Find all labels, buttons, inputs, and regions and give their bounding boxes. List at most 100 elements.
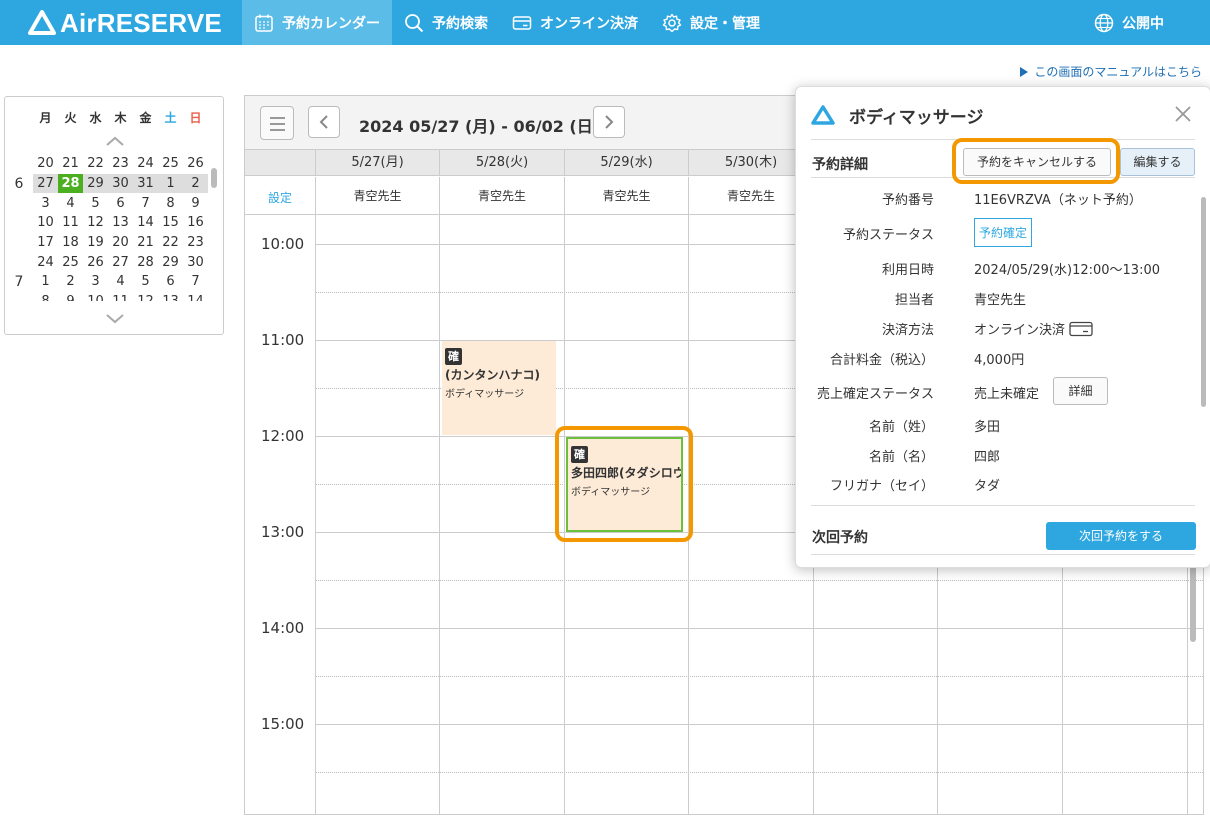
field-value: オンライン決済: [974, 319, 1093, 338]
mini-calendar-day[interactable]: 13: [158, 292, 183, 301]
mini-calendar-day[interactable]: 8: [158, 194, 183, 213]
mini-calendar-day[interactable]: 6: [158, 272, 183, 291]
calendar-scrollbar[interactable]: [1190, 566, 1196, 642]
nav-online-payment[interactable]: オンライン決済: [500, 0, 650, 45]
mini-calendar-day[interactable]: 10: [83, 292, 108, 301]
prev-week-button[interactable]: [308, 106, 340, 138]
field-label: 担当者: [894, 293, 934, 308]
chevron-down-icon[interactable]: [105, 313, 125, 325]
close-icon[interactable]: [1174, 105, 1192, 123]
mini-calendar-day[interactable]: 20: [33, 154, 58, 173]
mini-calendar-day[interactable]: 8: [33, 292, 58, 301]
settings-link[interactable]: 設定: [245, 177, 315, 215]
mini-calendar-day[interactable]: 22: [83, 154, 108, 173]
field-value: 予約確定: [974, 218, 1033, 247]
mini-calendar-day[interactable]: 11: [58, 213, 83, 232]
nav-reservation-search[interactable]: 予約検索: [392, 0, 500, 45]
mini-calendar-day[interactable]: 27: [108, 253, 133, 272]
manual-link[interactable]: この画面のマニュアルはこちら: [1020, 63, 1202, 80]
mini-calendar-day[interactable]: 3: [33, 194, 58, 213]
mini-calendar-day[interactable]: 23: [183, 233, 208, 252]
nav-settings-management[interactable]: 設定・管理: [650, 0, 772, 45]
mini-calendar-day[interactable]: 16: [183, 213, 208, 232]
nav-reservation-calendar[interactable]: 予約カレンダー: [242, 0, 392, 45]
mini-calendar-day[interactable]: 7: [183, 272, 208, 291]
mini-calendar-day[interactable]: 2: [58, 272, 83, 291]
mini-calendar-day[interactable]: 21: [58, 154, 83, 173]
chevron-left-icon: [319, 115, 328, 129]
mini-calendar-day[interactable]: 12: [133, 292, 158, 301]
card-icon: [512, 15, 532, 30]
search-icon: [405, 13, 424, 32]
day-header[interactable]: 5/28(火): [439, 150, 564, 176]
mini-calendar-day[interactable]: 2: [183, 174, 208, 194]
mini-calendar-day[interactable]: 30: [183, 253, 208, 272]
mini-calendar-day[interactable]: 19: [83, 233, 108, 252]
mini-calendar-day[interactable]: 24: [133, 154, 158, 173]
mini-calendar-day[interactable]: 28: [133, 253, 158, 272]
sales-detail-button[interactable]: 詳細: [1053, 377, 1108, 405]
mini-calendar-day[interactable]: 25: [158, 154, 183, 173]
mini-calendar-day[interactable]: 18: [58, 233, 83, 252]
mini-calendar-day[interactable]: 9: [58, 292, 83, 301]
field-payment-method: 決済方法 オンライン決済: [796, 319, 1196, 339]
appointment-card[interactable]: 確 (カンタンハナコ) ボディマッサージ: [442, 341, 556, 435]
mini-calendar-day[interactable]: 30: [108, 174, 133, 194]
mini-calendar-day[interactable]: 11: [108, 292, 133, 301]
airreserve-logo[interactable]: AirRESERVE: [28, 8, 222, 38]
mini-calendar-day[interactable]: 10: [33, 213, 58, 232]
play-triangle-icon: [1020, 66, 1029, 77]
mini-calendar-day[interactable]: 7: [133, 194, 158, 213]
mini-calendar-weeks: 20 21 22 23 24 25 26 6 27 28 29 30 31 1 2 3 4 5 6 7 8 9 10 11 12…: [5, 154, 211, 301]
mini-calendar-day[interactable]: 23: [108, 154, 133, 173]
mini-calendar-day[interactable]: 21: [133, 233, 158, 252]
mini-calendar-day[interactable]: 24: [33, 253, 58, 272]
mini-calendar-day[interactable]: 1: [158, 174, 183, 194]
mini-calendar-day[interactable]: 29: [83, 174, 108, 194]
time-label: 12:00: [261, 427, 305, 445]
mini-calendar-day[interactable]: 22: [158, 233, 183, 252]
mini-calendar-day[interactable]: 4: [108, 272, 133, 291]
public-status[interactable]: 公開中: [1094, 0, 1164, 45]
edit-button[interactable]: 編集する: [1120, 148, 1195, 176]
menu-button[interactable]: [260, 106, 294, 140]
mini-calendar-day[interactable]: 27: [33, 174, 58, 194]
mini-calendar-day[interactable]: 5: [83, 194, 108, 213]
chevron-up-icon[interactable]: [105, 135, 125, 147]
mini-calendar-day[interactable]: 15: [158, 213, 183, 232]
mini-calendar-day[interactable]: 25: [58, 253, 83, 272]
mini-calendar-day[interactable]: 5: [133, 272, 158, 291]
nav-label: オンライン決済: [540, 15, 638, 32]
mini-calendar-day[interactable]: 9: [183, 194, 208, 213]
mini-calendar-day[interactable]: 17: [33, 233, 58, 252]
mini-calendar-day[interactable]: 31: [133, 174, 158, 194]
mini-calendar-day[interactable]: 14: [183, 292, 208, 301]
mini-calendar-day[interactable]: 20: [108, 233, 133, 252]
hour-line: [315, 628, 1203, 629]
next-reservation-button[interactable]: 次回予約をする: [1046, 522, 1196, 550]
mini-calendar-day[interactable]: 26: [183, 154, 208, 173]
next-week-button[interactable]: [593, 106, 625, 138]
mini-calendar-day[interactable]: 4: [58, 194, 83, 213]
mini-calendar-day[interactable]: 28: [58, 174, 83, 194]
mini-calendar-day[interactable]: 1: [33, 272, 58, 291]
popup-title: ボディマッサージ: [849, 108, 984, 128]
mini-calendar-scrollbar[interactable]: [211, 168, 217, 188]
mini-calendar-day[interactable]: 29: [158, 253, 183, 272]
mini-calendar-day[interactable]: 13: [108, 213, 133, 232]
time-label: 10:00: [261, 235, 305, 253]
mini-calendar-day[interactable]: 6: [108, 194, 133, 213]
popup-scrollbar[interactable]: [1201, 197, 1206, 407]
mini-calendar-day[interactable]: 14: [133, 213, 158, 232]
mini-calendar-day[interactable]: 26: [83, 253, 108, 272]
day-header[interactable]: 5/29(水): [564, 150, 688, 176]
field-label: 名前（名）: [868, 450, 934, 465]
mini-calendar-day[interactable]: 12: [83, 213, 108, 232]
field-label: 売上確定ステータス: [816, 387, 934, 402]
field-value: 多田: [974, 420, 1001, 435]
month-label: 6: [14, 175, 24, 192]
day-header[interactable]: 5/27(月): [315, 150, 439, 176]
nav-label: 設定・管理: [690, 15, 760, 32]
staff-name: 青空先生: [315, 177, 439, 215]
mini-calendar-day[interactable]: 3: [83, 272, 108, 291]
